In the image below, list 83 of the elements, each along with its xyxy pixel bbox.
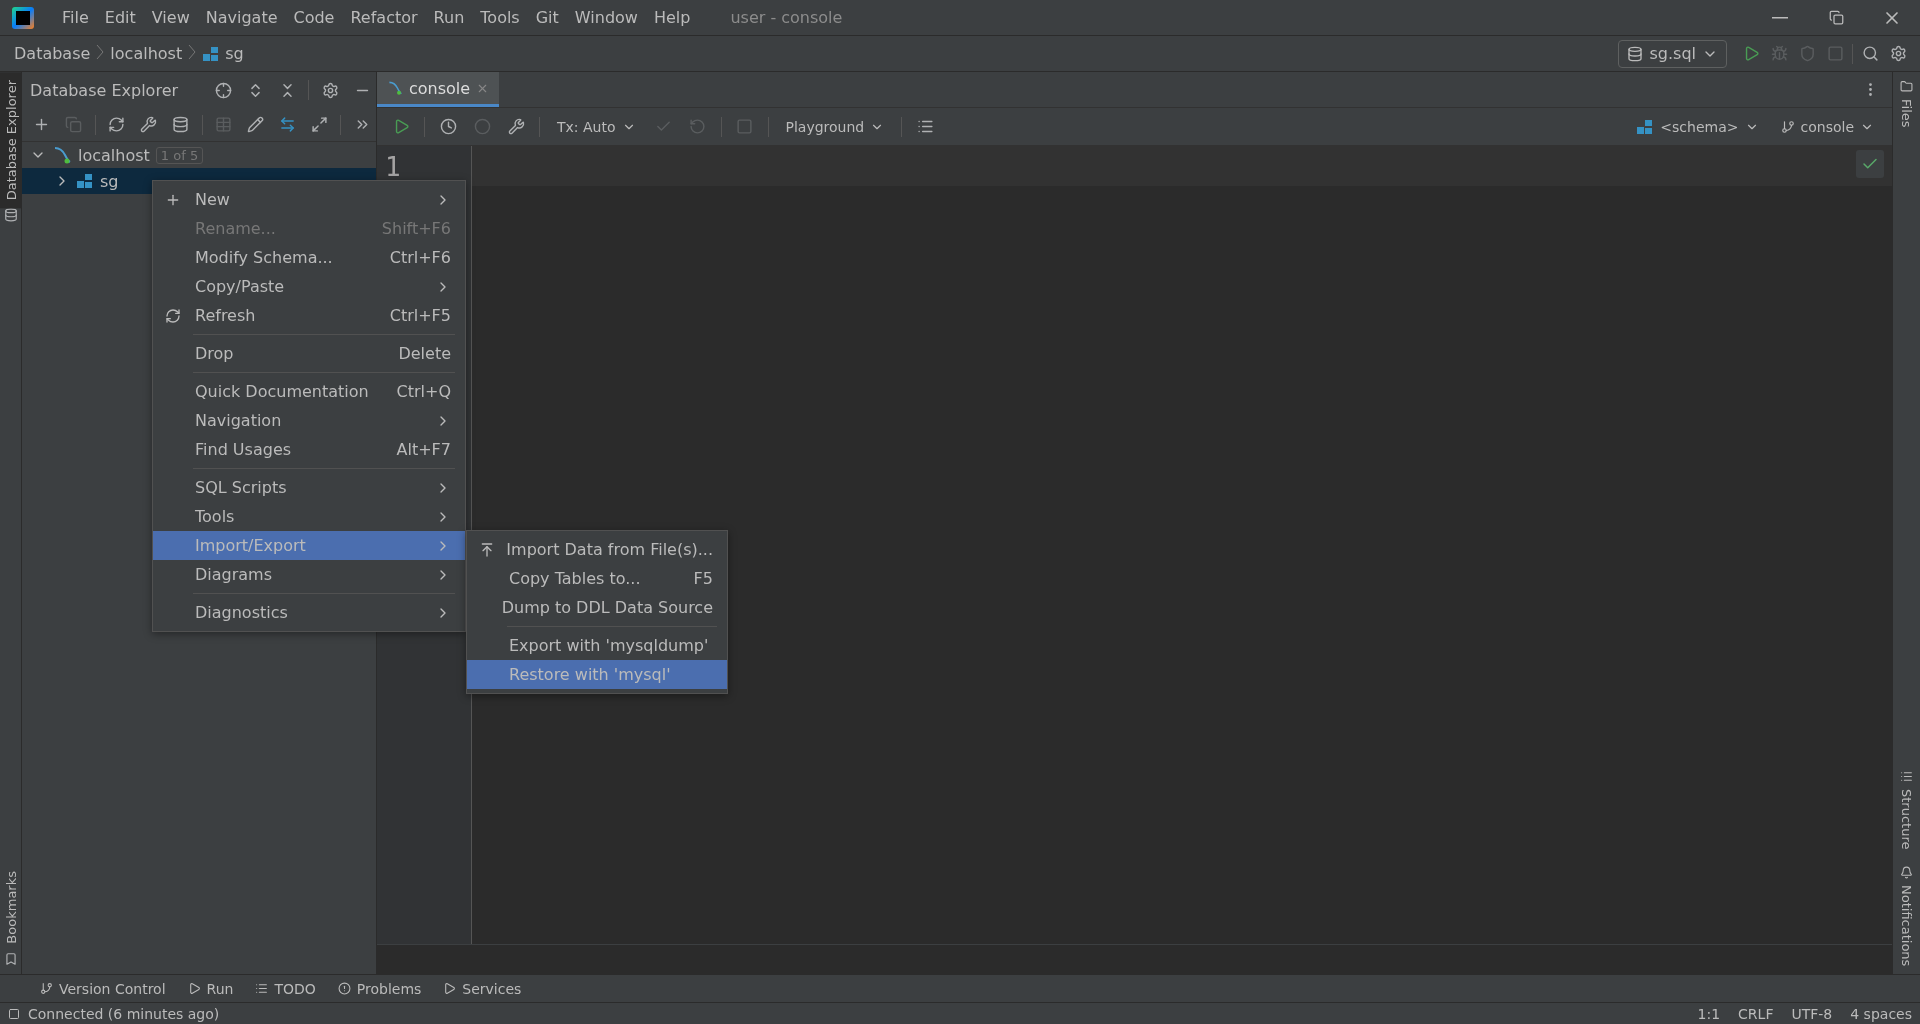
chevron-icon (188, 44, 197, 60)
chevron-icon (96, 44, 105, 60)
menu-item[interactable]: Tools (153, 502, 465, 531)
status-item[interactable]: 4 spaces (1850, 1005, 1912, 1022)
menu-item[interactable]: Export with 'mysqldump' (467, 631, 727, 660)
schema-icon (1636, 118, 1655, 135)
status-item[interactable]: UTF-8 (1791, 1005, 1833, 1022)
structure-icon (1900, 770, 1913, 784)
menu-item[interactable]: New (153, 185, 465, 214)
tool-window-tab[interactable]: Files (1895, 72, 1918, 136)
tool-window-button[interactable]: Services (443, 980, 522, 997)
status-message: Connected (6 minutes ago) (28, 1005, 220, 1022)
dolphin-icon (52, 145, 72, 165)
menu-item[interactable]: Copy Tables to... F5 (467, 564, 727, 593)
tool-window-tab[interactable]: Notifications (1895, 857, 1918, 974)
menu-bar-item[interactable]: Help (645, 8, 699, 27)
session-dropdown[interactable]: console (1772, 118, 1882, 135)
mode-dropdown[interactable]: Playground (777, 118, 893, 135)
restore-icon (1828, 10, 1844, 25)
run-configuration-dropdown[interactable]: sg.sql (1618, 39, 1727, 68)
tool-window-tab[interactable]: Bookmarks (0, 863, 22, 952)
menu-item[interactable]: Drop Delete (153, 339, 465, 368)
menu-bar-item[interactable]: Run (425, 8, 473, 27)
breadcrumb[interactable]: Database (14, 44, 91, 63)
menu-item[interactable]: Copy/Paste (153, 272, 465, 301)
alert-icon (337, 982, 351, 995)
database-icon (3, 208, 18, 223)
tool-window-tab[interactable]: Structure (1895, 762, 1918, 858)
menu-bar-item[interactable]: Refactor (342, 8, 426, 27)
minimize-icon (1772, 16, 1788, 19)
bookmark-icon (3, 952, 18, 966)
menu-item[interactable]: Quick Documentation Ctrl+Q (153, 377, 465, 406)
app-logo (12, 6, 34, 29)
transaction-dropdown[interactable]: Tx: Auto (549, 118, 644, 135)
database-icon (1627, 45, 1644, 62)
status-item[interactable]: CRLF (1738, 1005, 1774, 1022)
panel-title: Database Explorer (30, 80, 179, 100)
menu-item[interactable]: Refresh Ctrl+F5 (153, 301, 465, 330)
tool-window-button[interactable]: TODO (255, 980, 316, 997)
status-item[interactable]: 1:1 (1697, 1005, 1721, 1022)
editor-tab[interactable]: console (377, 72, 500, 107)
menu-item[interactable]: Navigation (153, 406, 465, 435)
schema-icon (202, 45, 221, 62)
dolphin-icon (387, 80, 403, 96)
tool-window-button[interactable]: Version Control (40, 980, 166, 997)
menu-bar-item[interactable]: Tools (472, 8, 528, 27)
play-icon (187, 982, 201, 995)
bell-icon (1900, 865, 1913, 879)
window-title: user - console (730, 8, 843, 27)
menu-bar-item[interactable]: Edit (96, 8, 144, 27)
menu-item[interactable]: Diagnostics (153, 598, 465, 627)
menu-bar-item[interactable]: Window (566, 8, 646, 27)
breadcrumb[interactable]: localhost (110, 44, 183, 63)
menu-item[interactable]: Find Usages Alt+F7 (153, 435, 465, 464)
tool-window-button[interactable]: Run (187, 980, 234, 997)
tree-label: sg (100, 171, 119, 191)
tool-window-tab[interactable]: Database Explorer (0, 72, 22, 209)
upload-icon (479, 541, 495, 558)
menu-item[interactable]: SQL Scripts (153, 473, 465, 502)
list-icon (255, 982, 269, 995)
tree-row[interactable]: localhost 1 of 5 (22, 142, 376, 168)
panel-toggle-icon[interactable] (8, 1007, 20, 1020)
menu-item[interactable]: Import Data from File(s)... (467, 535, 727, 564)
menu-bar-item[interactable]: Navigate (197, 8, 286, 27)
branch-icon (40, 982, 53, 995)
tool-window-button[interactable]: Problems (337, 980, 422, 997)
breadcrumb[interactable]: sg (202, 44, 244, 63)
check-icon (1856, 150, 1884, 178)
menu-item[interactable]: Diagrams (153, 560, 465, 589)
play-icon (443, 982, 457, 995)
line-number: 1 (385, 152, 402, 182)
refresh-icon (165, 307, 181, 324)
schema-dropdown[interactable]: <schema> (1628, 118, 1767, 135)
count-badge: 1 of 5 (155, 146, 204, 164)
menu-item[interactable]: Modify Schema... Ctrl+F6 (153, 243, 465, 272)
folder-icon (1900, 80, 1913, 93)
menu-bar-item[interactable]: View (143, 8, 198, 27)
menu-bar-item[interactable]: Code (285, 8, 343, 27)
tree-label: localhost (78, 145, 150, 165)
menu-bar-item[interactable]: Git (527, 8, 567, 27)
menu-item[interactable]: Dump to DDL Data Source (467, 593, 727, 622)
schema-icon (76, 173, 94, 189)
menu-bar-item[interactable]: File (54, 8, 97, 27)
